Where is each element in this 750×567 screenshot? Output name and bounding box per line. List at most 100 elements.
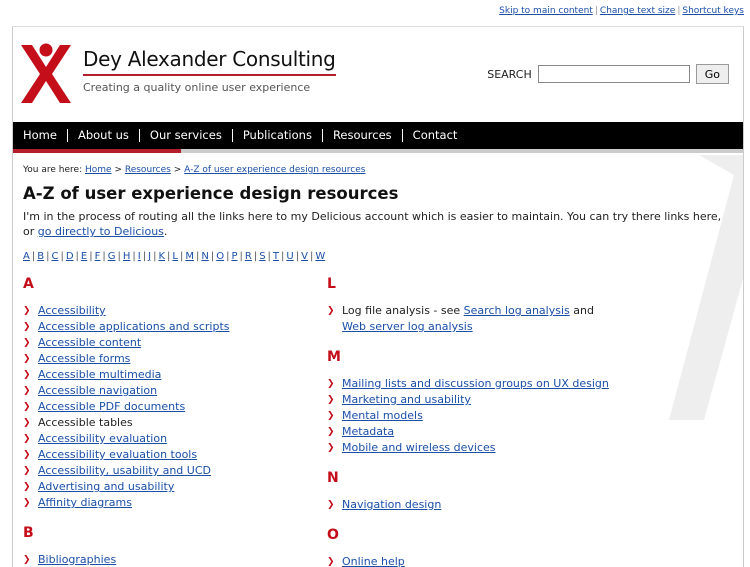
site-title[interactable]: Dey Alexander Consulting: [83, 47, 336, 76]
delicious-link[interactable]: go directly to Delicious: [38, 225, 164, 238]
letter-link-m[interactable]: M: [185, 251, 194, 262]
page-frame: Dey Alexander Consulting Creating a qual…: [12, 26, 744, 567]
nav-home[interactable]: Home: [13, 129, 68, 142]
shortcut-keys-link[interactable]: Shortcut keys: [680, 6, 746, 16]
resource-link[interactable]: Mental models: [342, 409, 423, 422]
resource-link[interactable]: Accessible forms: [38, 352, 130, 365]
resource-link[interactable]: Advertising and usability: [38, 480, 174, 493]
skip-to-content-link[interactable]: Skip to main content: [497, 6, 595, 16]
bullet-arrow-icon: ❯: [327, 411, 335, 421]
separator: |: [132, 251, 136, 262]
resource-link[interactable]: Accessible content: [38, 336, 141, 349]
letter-link-w[interactable]: W: [315, 251, 325, 262]
letter-link-e[interactable]: E: [81, 251, 87, 262]
breadcrumb-separator: >: [173, 165, 182, 175]
bullet-arrow-icon: ❯: [327, 427, 335, 437]
section-n-list: ❯ Navigation design: [327, 497, 627, 513]
bullet-arrow-icon: ❯: [23, 466, 31, 476]
resource-link[interactable]: Bibliographies: [38, 553, 116, 566]
resource-link[interactable]: Marketing and usability: [342, 393, 471, 406]
separator: |: [295, 251, 300, 262]
breadcrumb-resources[interactable]: Resources: [125, 165, 171, 175]
separator: |: [267, 251, 271, 262]
list-item: ❯ Accessible content: [23, 335, 323, 351]
intro-end: .: [163, 225, 168, 238]
letter-link-t[interactable]: T: [273, 251, 279, 262]
resource-link[interactable]: Navigation design: [342, 498, 441, 511]
section-heading-b: B: [23, 525, 34, 541]
nav-our-services[interactable]: Our services: [140, 129, 233, 142]
letter-link-a[interactable]: A: [23, 251, 30, 262]
section-heading-a: A: [23, 276, 34, 292]
breadcrumb-current[interactable]: A-Z of user experience design resources: [184, 165, 365, 175]
resource-link[interactable]: Accessible multimedia: [38, 368, 161, 381]
letter-link-i[interactable]: I: [138, 251, 141, 262]
resource-link[interactable]: Accessible PDF documents: [38, 400, 185, 413]
resource-link[interactable]: Accessible applications and scripts: [38, 320, 230, 333]
letter-link-k[interactable]: K: [158, 251, 165, 262]
resource-link[interactable]: Accessibility evaluation tools: [38, 448, 197, 461]
search-input[interactable]: [537, 65, 690, 83]
letter-link-f[interactable]: F: [95, 251, 101, 262]
search-log-analysis-link[interactable]: Search log analysis: [464, 304, 570, 317]
resource-link[interactable]: Affinity diagrams: [38, 496, 132, 509]
separator: |: [179, 251, 184, 262]
breadcrumb-home[interactable]: Home: [85, 165, 112, 175]
letter-link-v[interactable]: V: [301, 251, 308, 262]
bullet-arrow-icon: ❯: [23, 498, 31, 508]
active-indicator: [13, 149, 181, 153]
logo-icon[interactable]: [18, 41, 74, 107]
separator: |: [309, 251, 314, 262]
intro-paragraph: I'm in the process of routing all the li…: [23, 209, 733, 239]
section-m-list: ❯ Mailing lists and discussion groups on …: [327, 376, 627, 456]
letter-link-o[interactable]: O: [216, 251, 224, 262]
letter-link-n[interactable]: N: [201, 251, 208, 262]
nav-publications[interactable]: Publications: [233, 129, 323, 142]
brand: Dey Alexander Consulting Creating a qual…: [83, 47, 336, 94]
letter-link-h[interactable]: H: [123, 251, 131, 262]
list-item: ❯ Advertising and usability: [23, 479, 323, 495]
resource-link[interactable]: Mailing lists and discussion groups on U…: [342, 377, 609, 390]
list-item: ❯ Navigation design: [327, 497, 627, 513]
letter-link-j[interactable]: J: [148, 251, 151, 262]
breadcrumb-prefix: You are here:: [23, 165, 83, 175]
separator: |: [142, 251, 147, 262]
list-item: ❯ Accessible tables: [23, 415, 323, 431]
nav-contact[interactable]: Contact: [403, 129, 468, 142]
search-go-button[interactable]: Go: [695, 64, 729, 84]
web-server-log-link[interactable]: Web server log analysis: [342, 320, 473, 333]
list-item: ❯ Log file analysis - see Search log anal…: [327, 303, 627, 335]
resource-link[interactable]: Online help: [342, 555, 405, 567]
letter-link-p[interactable]: P: [231, 251, 237, 262]
bullet-arrow-icon: ❯: [23, 370, 31, 380]
nav-resources[interactable]: Resources: [323, 129, 403, 142]
letter-link-c[interactable]: C: [51, 251, 58, 262]
resource-link[interactable]: Accessibility: [38, 304, 106, 317]
bullet-arrow-icon: ❯: [23, 306, 31, 316]
resource-link[interactable]: Accessibility, usability and UCD: [38, 464, 211, 477]
list-item: ❯ Metadata: [327, 424, 627, 440]
section-l-list: ❯ Log file analysis - see Search log anal…: [327, 303, 627, 335]
left-column: A ❯ Accessibility ❯ Accessible applications…: [23, 276, 323, 567]
nav-underline: [13, 149, 743, 153]
resource-link[interactable]: Mobile and wireless devices: [342, 441, 496, 454]
letter-link-l[interactable]: L: [172, 251, 178, 262]
letter-link-b[interactable]: B: [37, 251, 44, 262]
letter-link-d[interactable]: D: [66, 251, 74, 262]
letter-link-s[interactable]: S: [259, 251, 265, 262]
section-heading-n: N: [327, 470, 339, 486]
letter-link-u[interactable]: U: [286, 251, 293, 262]
resource-link[interactable]: Metadata: [342, 425, 394, 438]
site-tagline: Creating a quality online user experienc…: [83, 81, 311, 94]
bullet-arrow-icon: ❯: [23, 354, 31, 364]
bullet-arrow-icon: ❯: [23, 402, 31, 412]
letter-link-g[interactable]: G: [108, 251, 116, 262]
section-a-list: ❯ Accessibility ❯ Accessible applications a…: [23, 303, 323, 511]
resource-link[interactable]: Accessible navigation: [38, 384, 157, 397]
nav-about-us[interactable]: About us: [68, 129, 140, 142]
resource-link[interactable]: Accessibility evaluation: [38, 432, 167, 445]
letter-link-r[interactable]: R: [245, 251, 252, 262]
change-text-size-link[interactable]: Change text size: [598, 6, 677, 16]
list-item: ❯ Accessible PDF documents: [23, 399, 323, 415]
breadcrumb-separator: >: [114, 165, 122, 175]
